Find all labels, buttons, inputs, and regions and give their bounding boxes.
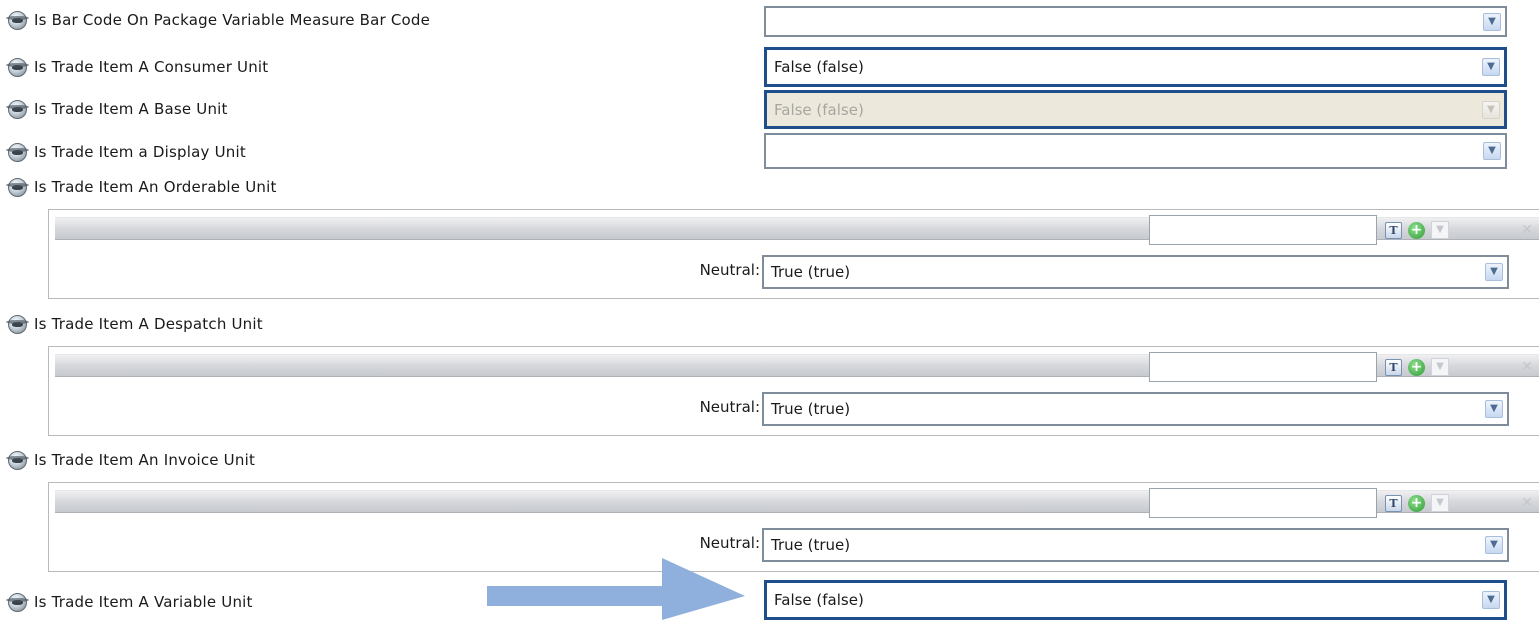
display-unit-select[interactable]: ▼ <box>764 133 1507 169</box>
globe-icon[interactable] <box>6 592 29 612</box>
chevron-down-icon: ▼ <box>1482 100 1500 119</box>
chevron-down-icon[interactable]: ▼ <box>1483 12 1501 31</box>
attribute-row: Is Trade Item An Invoice Unit <box>0 448 255 472</box>
select-value: False (false) <box>774 100 864 119</box>
attribute-label: Is Trade Item A Consumer Unit <box>34 58 269 76</box>
chevron-down-icon: ▼ <box>1431 494 1449 512</box>
attribute-row: Is Trade Item A Variable Unit <box>0 590 253 614</box>
add-icon[interactable]: + <box>1408 222 1425 239</box>
attribute-label: Is Trade Item A Despatch Unit <box>34 315 263 333</box>
globe-icon[interactable] <box>6 57 29 77</box>
remove-icon: ✕ <box>1521 359 1533 375</box>
attribute-label: Is Trade Item A Base Unit <box>34 100 228 118</box>
filter-icon[interactable]: T <box>1385 359 1402 376</box>
add-icon[interactable]: + <box>1408 495 1425 512</box>
attribute-row: Is Trade Item A Consumer Unit <box>0 55 268 79</box>
neutral-label: Neutral: <box>699 534 760 552</box>
remove-icon: ✕ <box>1521 222 1533 238</box>
add-icon[interactable]: + <box>1408 359 1425 376</box>
remove-icon: ✕ <box>1521 495 1533 511</box>
consumer-unit-select[interactable]: False (false) ▼ <box>764 47 1507 87</box>
globe-icon[interactable] <box>6 142 29 162</box>
neutral-select[interactable]: True (true) ▼ <box>762 255 1509 289</box>
select-value: True (true) <box>771 400 851 418</box>
select-value: True (true) <box>771 536 851 554</box>
neutral-label: Neutral: <box>699 398 760 416</box>
attribute-row: Is Bar Code On Package Variable Measure … <box>0 8 430 32</box>
chevron-down-icon[interactable]: ▼ <box>1483 142 1501 160</box>
invoice-unit-panel: T + ▼ ✕ Neutral: True (true) ▼ <box>48 482 1539 572</box>
globe-icon[interactable] <box>6 450 29 470</box>
chevron-down-icon: ▼ <box>1431 358 1449 376</box>
globe-icon[interactable] <box>6 10 29 30</box>
chevron-down-icon[interactable]: ▼ <box>1485 263 1503 281</box>
attribute-label: Is Trade Item a Display Unit <box>34 143 246 161</box>
globe-icon[interactable] <box>6 99 29 119</box>
variable-unit-select[interactable]: False (false) ▼ <box>764 580 1507 620</box>
chevron-down-icon[interactable]: ▼ <box>1485 536 1503 554</box>
bar-code-select[interactable]: ▼ <box>764 6 1507 37</box>
chevron-down-icon[interactable]: ▼ <box>1482 591 1500 609</box>
attribute-row: Is Trade Item A Despatch Unit <box>0 312 263 336</box>
attribute-label: Is Trade Item A Variable Unit <box>34 593 253 611</box>
arrow-icon <box>487 558 745 620</box>
select-value: True (true) <box>771 263 851 281</box>
neutral-select[interactable]: True (true) ▼ <box>762 392 1509 426</box>
globe-icon[interactable] <box>6 314 29 334</box>
orderable-unit-panel: T + ▼ ✕ Neutral: True (true) ▼ <box>48 209 1539 299</box>
despatch-unit-panel: T + ▼ ✕ Neutral: True (true) ▼ <box>48 346 1539 436</box>
neutral-label: Neutral: <box>699 261 760 279</box>
globe-icon[interactable] <box>6 177 29 197</box>
search-input[interactable] <box>1149 352 1377 382</box>
filter-icon[interactable]: T <box>1385 222 1402 239</box>
search-input[interactable] <box>1149 215 1377 245</box>
filter-icon[interactable]: T <box>1385 495 1402 512</box>
chevron-down-icon[interactable]: ▼ <box>1482 58 1500 76</box>
attribute-row: Is Trade Item A Base Unit <box>0 97 228 121</box>
attribute-label: Is Trade Item An Invoice Unit <box>34 451 256 469</box>
attribute-label: Is Bar Code On Package Variable Measure … <box>34 11 431 29</box>
chevron-down-icon[interactable]: ▼ <box>1485 400 1503 418</box>
attribute-row: Is Trade Item a Display Unit <box>0 140 246 164</box>
select-value: False (false) <box>774 591 864 609</box>
attribute-row: Is Trade Item An Orderable Unit <box>0 175 277 199</box>
select-value: False (false) <box>774 58 864 76</box>
attribute-label: Is Trade Item An Orderable Unit <box>34 178 277 196</box>
chevron-down-icon: ▼ <box>1431 221 1449 239</box>
search-input[interactable] <box>1149 488 1377 518</box>
neutral-select[interactable]: True (true) ▼ <box>762 528 1509 562</box>
base-unit-select: False (false) ▼ <box>764 90 1507 129</box>
